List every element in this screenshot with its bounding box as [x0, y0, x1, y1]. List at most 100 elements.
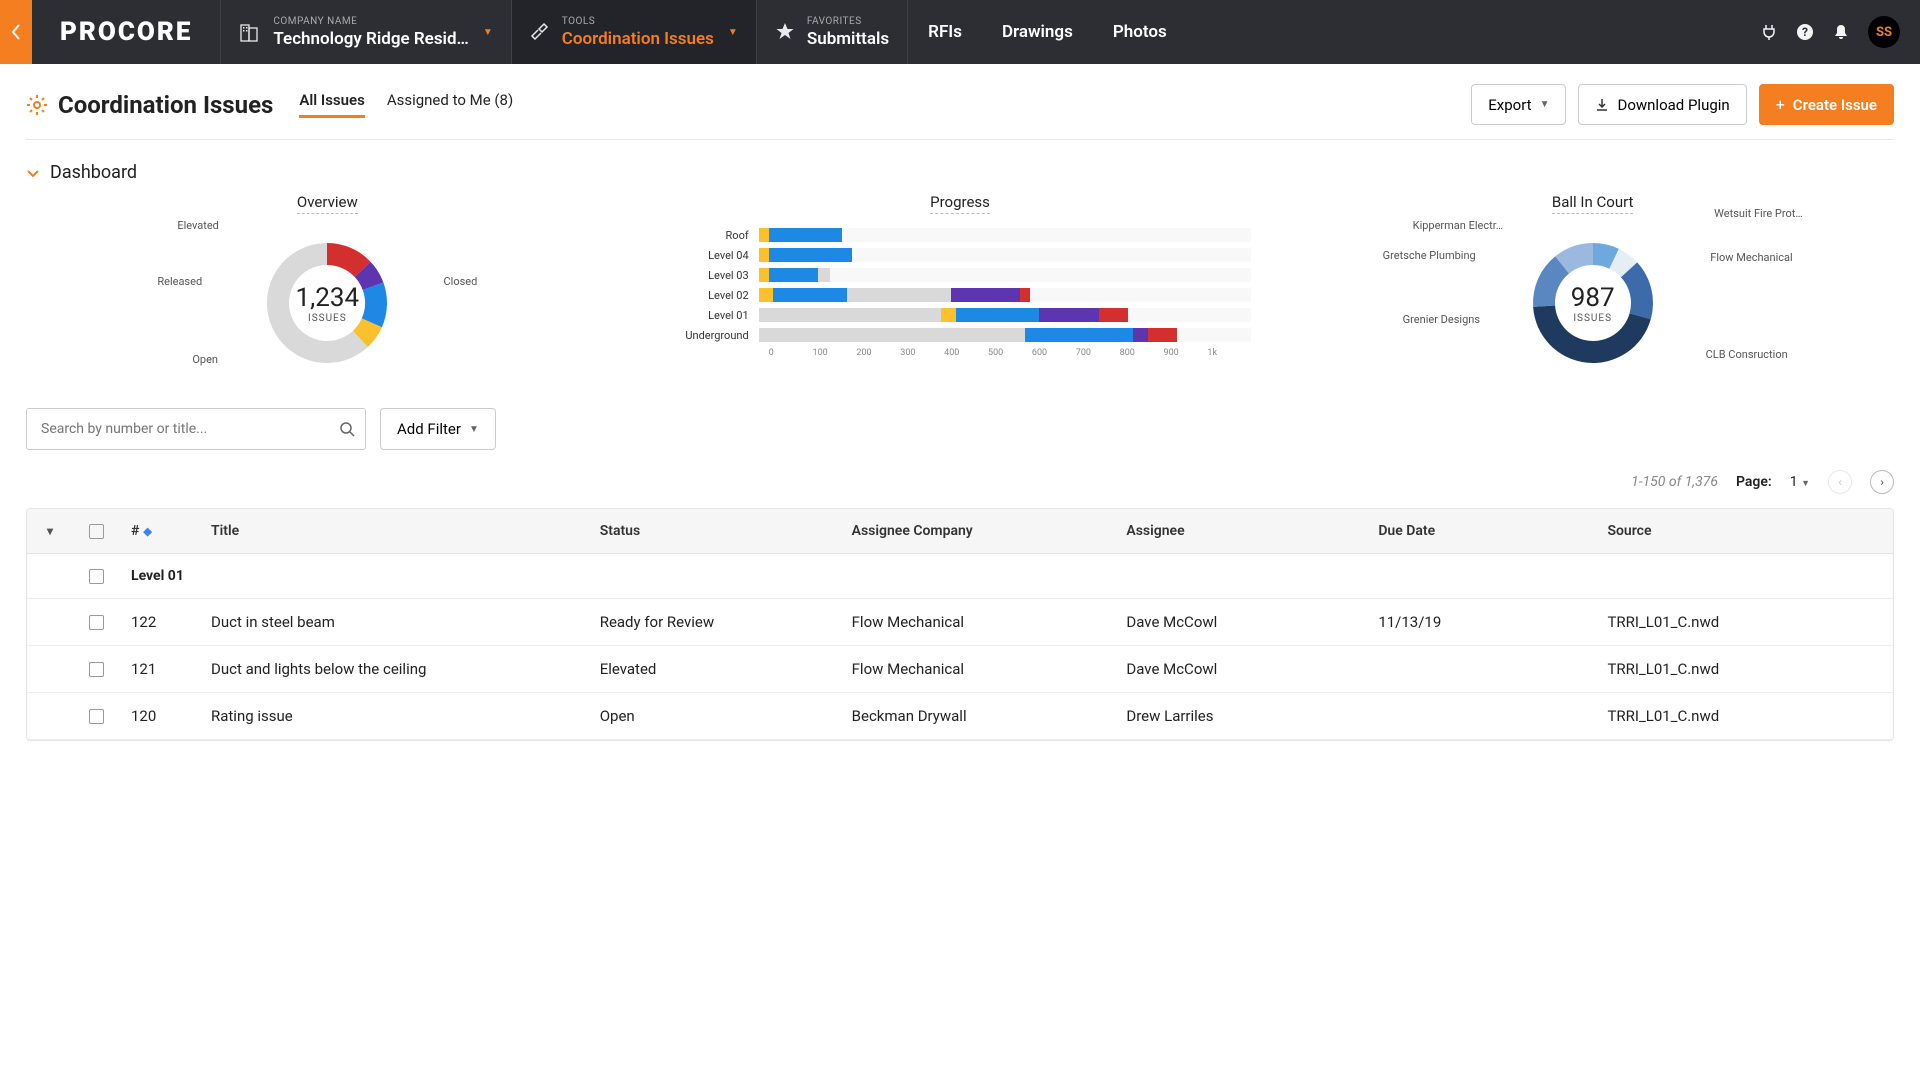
page-selector[interactable]: 1 ▼ [1790, 474, 1810, 490]
bar[interactable] [759, 268, 1252, 282]
download-icon [1595, 98, 1609, 112]
table-row[interactable]: 122 Duct in steel beam Ready for Review … [27, 599, 1893, 646]
chart-title: Overview [297, 193, 358, 214]
expand-all-icon[interactable]: ▾ [47, 524, 53, 538]
bar[interactable] [759, 228, 1252, 242]
col-assignee[interactable]: Assignee [1114, 509, 1366, 553]
export-button[interactable]: Export▼ [1471, 84, 1566, 125]
chevron-down-icon: ▼ [728, 27, 738, 38]
result-range: 1-150 of 1,376 [1631, 474, 1718, 490]
nav-rfis[interactable]: RFIs [908, 0, 982, 64]
cell-company: Flow Mechanical [840, 646, 1115, 692]
bar-label: Level 01 [669, 309, 759, 322]
cell-source: TRRI_L01_C.nwd [1595, 646, 1893, 692]
dashboard-label: Dashboard [50, 162, 137, 183]
help-icon[interactable]: ? [1796, 23, 1814, 41]
bar-label: Roof [669, 229, 759, 242]
col-status[interactable]: Status [588, 509, 840, 553]
star-icon [775, 22, 795, 42]
issues-table: ▾ # ◆ Title Status Assignee Company Assig… [26, 508, 1894, 741]
cell-company: Flow Mechanical [840, 599, 1115, 645]
cell-due: 11/13/19 [1366, 599, 1595, 645]
wrench-icon [530, 22, 550, 42]
company-selector[interactable]: COMPANY NAME Technology Ridge Resid… ▼ [220, 0, 510, 64]
chevron-down-icon: ▼ [1540, 99, 1550, 110]
cell-assignee: Drew Larriles [1114, 693, 1366, 739]
bar-label: Level 02 [669, 289, 759, 302]
bar-label: Level 03 [669, 269, 759, 282]
group-row[interactable]: Level 01 [27, 554, 1893, 599]
row-checkbox[interactable] [89, 615, 104, 630]
col-title[interactable]: Title [199, 509, 588, 553]
gear-icon [26, 94, 48, 116]
cell-source: TRRI_L01_C.nwd [1595, 693, 1893, 739]
favorites-value[interactable]: Submittals [807, 29, 889, 49]
building-icon [239, 21, 261, 43]
next-page-button[interactable]: › [1870, 470, 1894, 494]
logo[interactable]: PROCORE [32, 0, 220, 64]
search-input[interactable] [37, 409, 339, 449]
plug-icon[interactable] [1760, 23, 1778, 41]
back-button[interactable] [0, 0, 32, 64]
row-checkbox[interactable] [89, 709, 104, 724]
cell-status: Ready for Review [588, 599, 840, 645]
search-icon[interactable] [339, 421, 355, 437]
bar[interactable] [759, 248, 1252, 262]
avatar[interactable]: SS [1868, 16, 1900, 48]
plus-icon: + [1776, 95, 1785, 114]
bar-label: Underground [669, 329, 759, 342]
chart-title: Progress [930, 193, 990, 214]
bar-label: Level 04 [669, 249, 759, 262]
prev-page-button[interactable]: ‹ [1828, 470, 1852, 494]
company-name: Technology Ridge Resid… [273, 29, 468, 49]
donut-value: 987 [1571, 283, 1615, 313]
donut-label: ISSUES [1571, 313, 1615, 324]
chevron-down-icon [26, 166, 40, 180]
overview-chart: Overview 1,234 ISSUES Elevated Released … [26, 193, 629, 378]
cell-assignee: Dave McCowl [1114, 646, 1366, 692]
svg-text:?: ? [1802, 25, 1808, 39]
donut-value: 1,234 [296, 283, 360, 313]
legend-released: Released [157, 275, 202, 288]
group-checkbox[interactable] [89, 569, 104, 584]
tab-all-issues[interactable]: All Issues [299, 91, 364, 118]
ball-in-court-chart: Ball In Court 987 ISSUES Kipperman Elect… [1291, 193, 1894, 378]
dashboard-toggle[interactable]: Dashboard [26, 162, 1894, 183]
cell-title: Duct and lights below the ceiling [199, 646, 588, 692]
bar[interactable] [759, 328, 1252, 342]
cell-title: Duct in steel beam [199, 599, 588, 645]
chevron-down-icon: ▼ [1801, 479, 1810, 489]
download-plugin-button[interactable]: Download Plugin [1578, 84, 1746, 125]
table-row[interactable]: 121 Duct and lights below the ceiling El… [27, 646, 1893, 693]
col-due[interactable]: Due Date [1366, 509, 1595, 553]
sort-icon[interactable]: ◆ [143, 525, 151, 538]
col-number[interactable]: # [131, 523, 139, 539]
tools-value: Coordination Issues [562, 29, 714, 49]
bar[interactable] [759, 308, 1252, 322]
create-issue-button[interactable]: +Create Issue [1759, 84, 1894, 125]
nav-drawings[interactable]: Drawings [982, 0, 1093, 64]
bar[interactable] [759, 288, 1252, 302]
chevron-down-icon: ▼ [469, 424, 479, 435]
col-company[interactable]: Assignee Company [840, 509, 1115, 553]
page-title: Coordination Issues [58, 91, 273, 119]
donut-label: ISSUES [296, 313, 360, 324]
add-filter-button[interactable]: Add Filter▼ [380, 408, 496, 450]
tab-assigned-to-me[interactable]: Assigned to Me (8) [387, 91, 513, 118]
col-source[interactable]: Source [1595, 509, 1893, 553]
tools-selector[interactable]: TOOLS Coordination Issues ▼ [511, 0, 756, 64]
row-checkbox[interactable] [89, 662, 104, 677]
topbar: PROCORE COMPANY NAME Technology Ridge Re… [0, 0, 1920, 64]
legend-item: Wetsuit Fire Prot… [1714, 207, 1803, 220]
nav-photos[interactable]: Photos [1093, 0, 1187, 64]
select-all-checkbox[interactable] [89, 524, 104, 539]
table-row[interactable]: 120 Rating issue Open Beckman Drywall Dr… [27, 693, 1893, 740]
cell-title: Rating issue [199, 693, 588, 739]
legend-item: Grenier Designs [1403, 313, 1480, 326]
chevron-left-icon [11, 24, 21, 40]
bell-icon[interactable] [1832, 23, 1850, 41]
cell-status: Elevated [588, 646, 840, 692]
group-label: Level 01 [119, 554, 1893, 598]
legend-item: Flow Mechanical [1710, 251, 1792, 264]
favorites-label: FAVORITES [807, 16, 889, 27]
